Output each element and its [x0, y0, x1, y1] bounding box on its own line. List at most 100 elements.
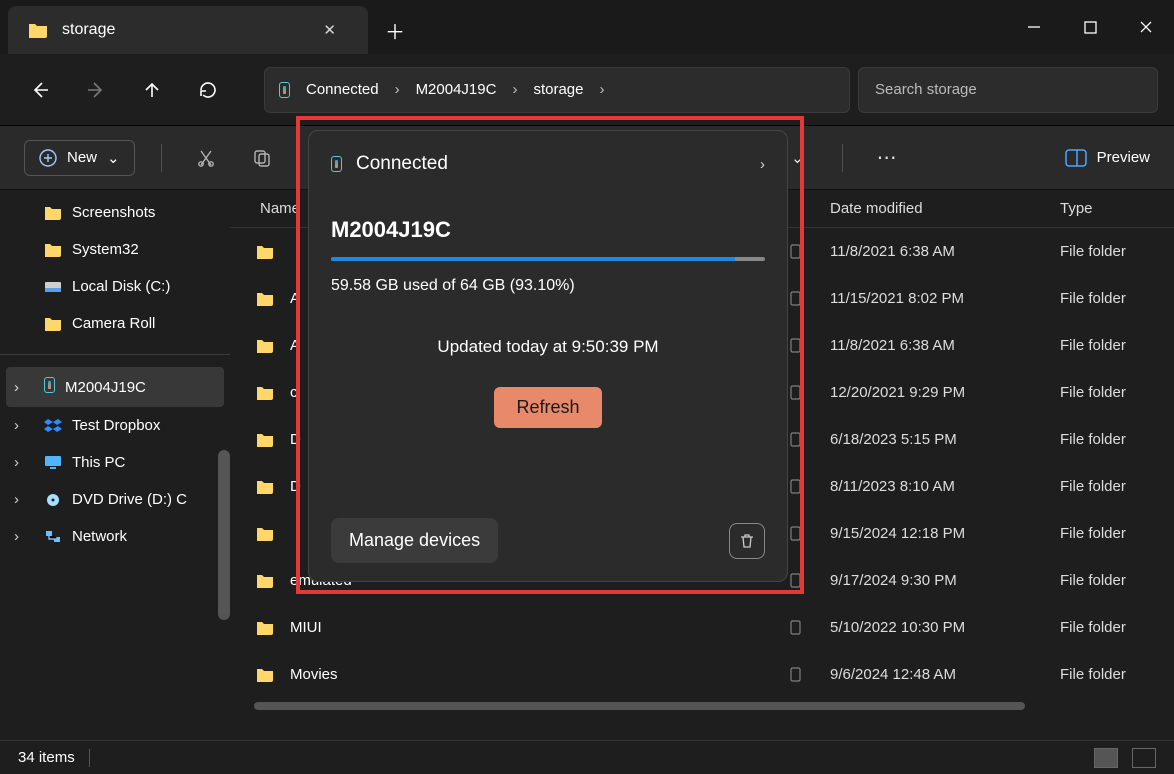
search-input[interactable]: Search storage [858, 67, 1158, 113]
dropbox-icon [44, 418, 62, 434]
phone-badge-icon [790, 432, 820, 447]
new-label: New [67, 149, 97, 166]
manage-devices-button[interactable]: Manage devices [331, 518, 498, 563]
file-date: 6/18/2023 5:15 PM [820, 431, 1050, 448]
refresh-nav-button[interactable] [184, 66, 232, 114]
sidebar-item[interactable]: ›This PC [0, 444, 230, 481]
thumbnails-view-button[interactable] [1132, 748, 1156, 768]
device-info-panel: Connected › M2004J19C 59.58 GB used of 6… [308, 130, 788, 582]
phone-badge-icon [790, 244, 820, 259]
folder-icon [44, 242, 62, 257]
plus-circle-icon [39, 149, 57, 167]
horizontal-scrollbar[interactable] [254, 702, 1150, 714]
refresh-button[interactable]: Refresh [494, 387, 601, 428]
copy-button[interactable] [244, 140, 280, 176]
tab-title: storage [62, 21, 301, 39]
file-date: 8/11/2023 8:10 AM [820, 478, 1050, 495]
file-type: File folder [1050, 525, 1174, 542]
folder-icon [256, 432, 278, 447]
remove-device-button[interactable] [729, 523, 765, 559]
col-type[interactable]: Type [1050, 200, 1174, 217]
new-tab-button[interactable]: ＋ [368, 6, 422, 54]
details-view-button[interactable] [1094, 748, 1118, 768]
cut-button[interactable] [188, 140, 224, 176]
table-row[interactable]: MIUI 5/10/2022 10:30 PM File folder [230, 604, 1174, 651]
tab-close-button[interactable]: ✕ [315, 17, 344, 43]
sidebar-divider [0, 354, 230, 355]
minimize-button[interactable] [1006, 0, 1062, 54]
sidebar-item[interactable]: System32 [0, 231, 230, 268]
sidebar-item[interactable]: › Test Dropbox [0, 407, 230, 444]
crumb-connected[interactable]: Connected [306, 81, 379, 98]
sidebar-item-label: This PC [72, 454, 125, 471]
separator [89, 749, 90, 767]
table-row[interactable]: Movies 9/6/2024 12:48 AM File folder [230, 651, 1174, 698]
chevron-right-icon: › [14, 379, 19, 396]
sidebar-item[interactable]: Screenshots [0, 194, 230, 231]
back-button[interactable] [16, 66, 64, 114]
sidebar-item-label: Local Disk (C:) [72, 278, 170, 295]
folder-icon [256, 338, 278, 353]
separator [842, 144, 843, 172]
folder-icon [256, 244, 278, 259]
dvd-icon [44, 492, 62, 507]
maximize-button[interactable] [1062, 0, 1118, 54]
file-date: 9/17/2024 9:30 PM [820, 572, 1050, 589]
chevron-right-icon: › [14, 528, 19, 545]
title-bar: storage ✕ ＋ [0, 0, 1174, 54]
file-name: MIUI [290, 619, 790, 636]
file-date: 9/6/2024 12:48 AM [820, 666, 1050, 683]
up-button[interactable] [128, 66, 176, 114]
sidebar-item[interactable]: › DVD Drive (D:) C [0, 481, 230, 518]
phone-badge-icon [790, 620, 820, 635]
file-type: File folder [1050, 290, 1174, 307]
chevron-right-icon: › [14, 491, 19, 508]
more-button[interactable]: ⋯ [869, 140, 905, 176]
sidebar-scrollbar[interactable] [218, 450, 230, 620]
chevron-down-icon: ⌄ [791, 149, 804, 167]
sidebar-item[interactable]: Camera Roll [0, 305, 230, 342]
sidebar-item-label: M2004J19C [65, 379, 146, 396]
chevron-right-icon: › [600, 81, 605, 98]
preview-toggle[interactable]: Preview [1065, 149, 1150, 167]
new-button[interactable]: New ⌄ [24, 140, 135, 176]
file-type: File folder [1050, 572, 1174, 589]
sidebar-item-label: Test Dropbox [72, 417, 160, 434]
sidebar-item[interactable]: Local Disk (C:) [0, 268, 230, 305]
folder-icon [256, 479, 278, 494]
chevron-right-icon: › [395, 81, 400, 98]
sidebar-item[interactable]: ›Network [0, 518, 230, 555]
phone-badge-icon [790, 385, 820, 400]
updated-text: Updated today at 9:50:39 PM [331, 337, 765, 357]
chevron-right-icon[interactable]: › [760, 156, 765, 173]
item-count: 34 items [18, 749, 75, 766]
sidebar-item-label: System32 [72, 241, 139, 258]
phone-badge-icon [790, 573, 820, 588]
phone-icon [279, 82, 290, 98]
storage-bar [331, 257, 765, 261]
phone-badge-icon [790, 338, 820, 353]
chevron-right-icon: › [14, 417, 19, 434]
close-button[interactable] [1118, 0, 1174, 54]
file-date: 11/15/2021 8:02 PM [820, 290, 1050, 307]
folder-icon [28, 22, 48, 38]
crumb-device[interactable]: M2004J19C [416, 81, 497, 98]
preview-pane-icon [1065, 149, 1087, 167]
sidebar-item-label: DVD Drive (D:) C [72, 491, 187, 508]
device-name: M2004J19C [331, 217, 765, 243]
sidebar: Screenshots System32 Local Disk (C:) Camera… [0, 190, 230, 740]
tab-storage[interactable]: storage ✕ [8, 6, 368, 54]
phone-icon [44, 377, 55, 397]
file-type: File folder [1050, 337, 1174, 354]
forward-button[interactable] [72, 66, 120, 114]
phone-icon [331, 156, 342, 172]
connected-label: Connected [356, 153, 448, 175]
trash-icon [738, 532, 756, 550]
crumb-storage[interactable]: storage [533, 81, 583, 98]
pc-icon [44, 455, 62, 470]
breadcrumb[interactable]: Connected › M2004J19C › storage › [264, 67, 850, 113]
folder-icon [256, 385, 278, 400]
storage-usage-text: 59.58 GB used of 64 GB (93.10%) [331, 277, 765, 295]
sidebar-item[interactable]: › M2004J19C [6, 367, 224, 407]
col-date[interactable]: Date modified [820, 200, 1050, 217]
